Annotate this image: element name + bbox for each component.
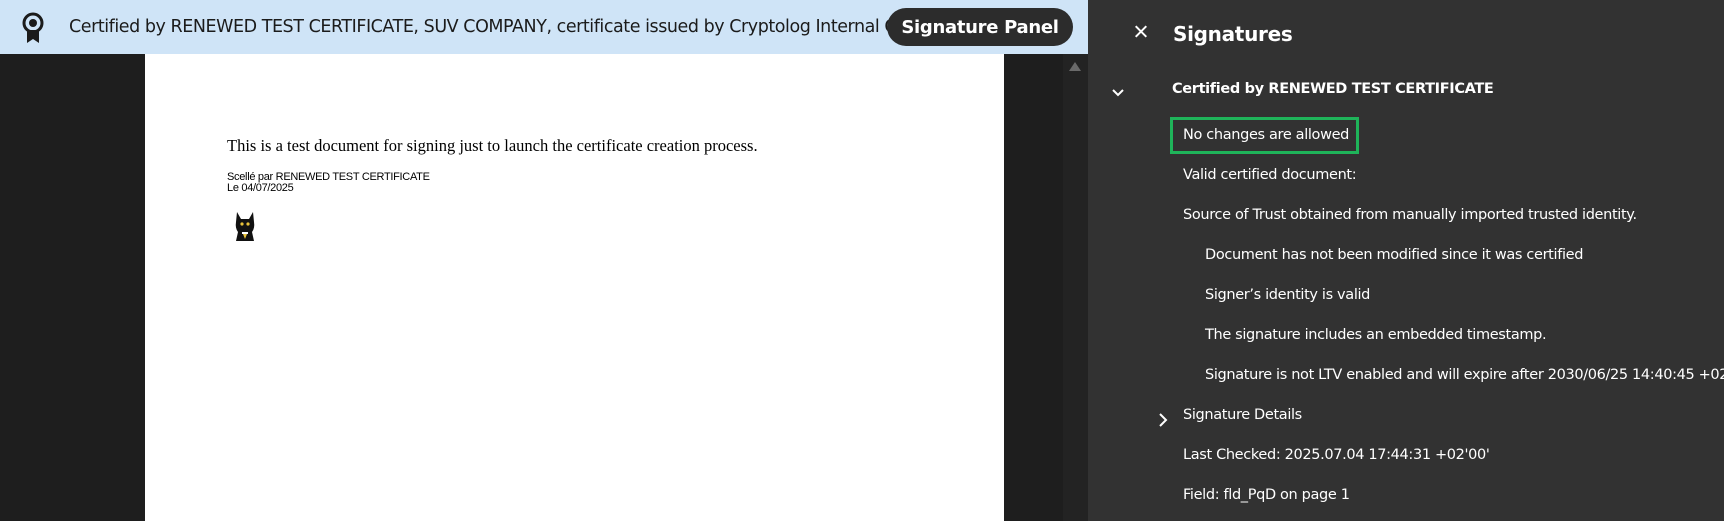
signature-details-toggle[interactable]: Signature Details xyxy=(1183,407,1302,423)
chevron-down-icon[interactable] xyxy=(1111,86,1125,100)
valid-status-text: Valid certified document: xyxy=(1183,167,1357,183)
panel-title: Signatures xyxy=(1173,22,1293,46)
detail-item: Signer’s identity is valid xyxy=(1205,287,1371,303)
last-checked-text: Last Checked: 2025.07.04 17:44:31 +02'00… xyxy=(1183,447,1490,463)
certification-bar: Certified by RENEWED TEST CERTIFICATE, S… xyxy=(0,0,1088,54)
signatures-panel: Signatures Certified by RENEWED TEST CER… xyxy=(1088,0,1724,521)
seal-date-text: Le 04/07/2025 xyxy=(227,182,294,194)
signature-header[interactable]: Certified by RENEWED TEST CERTIFICATE xyxy=(1172,81,1494,97)
document-text: This is a test document for signing just… xyxy=(227,136,758,155)
signature-panel-button[interactable]: Signature Panel xyxy=(887,8,1073,46)
document-page: This is a test document for signing just… xyxy=(145,54,1004,521)
chevron-right-icon[interactable] xyxy=(1157,412,1169,428)
close-icon[interactable] xyxy=(1131,22,1151,42)
app-window: Certified by RENEWED TEST CERTIFICATE, S… xyxy=(0,0,1724,521)
field-info-text: Field: fld_PqD on page 1 xyxy=(1183,487,1350,503)
scroll-up-arrow-icon[interactable] xyxy=(1069,62,1081,71)
document-area: Certified by RENEWED TEST CERTIFICATE, S… xyxy=(0,0,1088,521)
certification-message: Certified by RENEWED TEST CERTIFICATE, S… xyxy=(69,17,961,37)
no-changes-text: No changes are allowed xyxy=(1183,127,1350,143)
detail-item: Signature is not LTV enabled and will ex… xyxy=(1205,367,1724,383)
detail-item: The signature includes an embedded times… xyxy=(1205,327,1547,343)
vertical-scrollbar[interactable] xyxy=(1063,54,1088,521)
cat-image xyxy=(233,210,257,242)
ribbon-badge-icon xyxy=(20,12,46,44)
detail-item: Document has not been modified since it … xyxy=(1205,247,1584,263)
trust-source-text: Source of Trust obtained from manually i… xyxy=(1183,207,1637,223)
